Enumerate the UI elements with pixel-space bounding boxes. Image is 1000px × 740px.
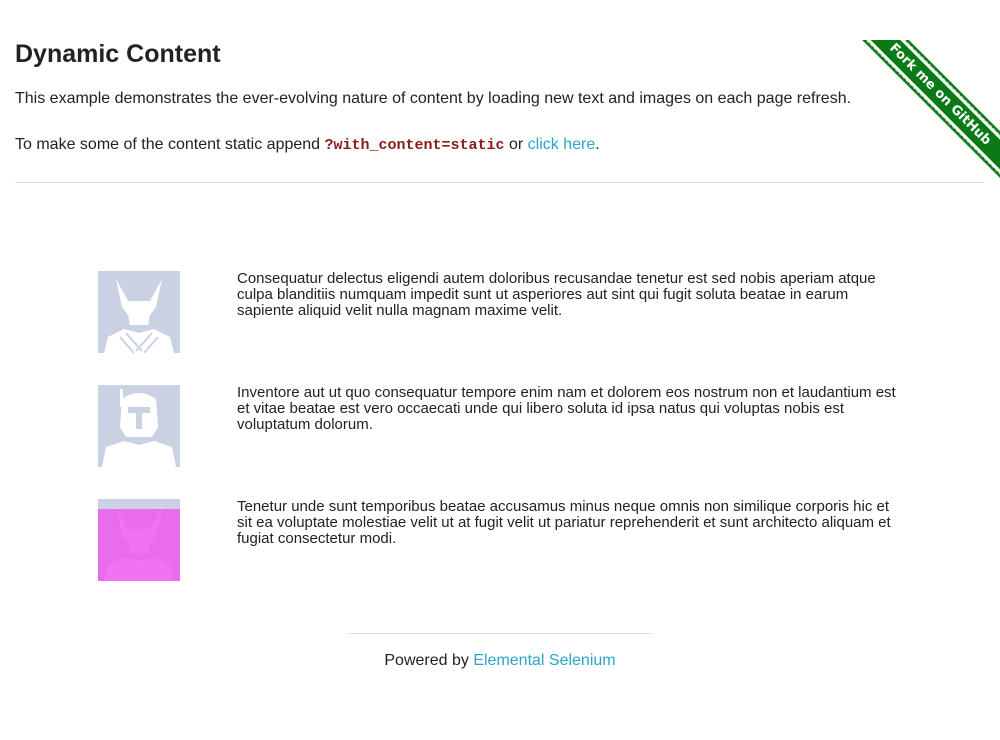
content-row: Consequatur delectus eligendi autem dolo… [98,271,918,353]
footer-prefix: Powered by [384,652,474,669]
static-query-code: ?with_content=static [324,137,505,154]
row-text: Inventore aut ut quo consequatur tempore… [237,384,896,433]
static-or-text: or [504,136,528,153]
content-row: Tenetur unde sunt temporibus beatae accu… [98,499,918,581]
click-here-link[interactable]: click here [528,136,596,153]
static-suffix-text: . [595,136,600,153]
elemental-selenium-link[interactable]: Elemental Selenium [473,652,615,669]
row-text: Tenetur unde sunt temporibus beatae accu… [237,498,891,547]
wolverine-avatar-icon [98,271,180,353]
page-description: This example demonstrates the ever-evolv… [15,90,852,107]
wolverine-avatar-icon [98,499,180,581]
main-content: Dynamic Content This example demonstrate… [0,40,1000,183]
static-prefix-text: To make some of the content static appen… [15,136,325,153]
content-row: Inventore aut ut quo consequatur tempore… [98,385,918,467]
footer: Powered by Elemental Selenium [348,633,652,670]
page-title: Dynamic Content [15,40,221,68]
row-text: Consequatur delectus eligendi autem dolo… [237,270,876,319]
boba-fett-avatar-icon [98,385,180,467]
static-instructions: To make some of the content static appen… [15,135,985,156]
header-divider [15,182,985,183]
